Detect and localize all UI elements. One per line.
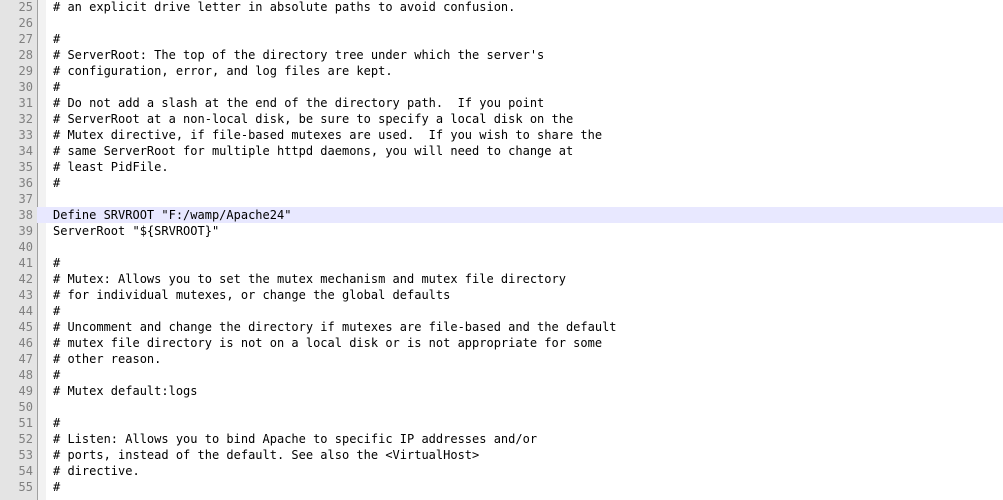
current-line[interactable]: 38 Define SRVROOT "F:/wamp/Apache24": [0, 207, 1003, 223]
line-number: 44: [18, 304, 33, 318]
line-text[interactable]: Define SRVROOT "F:/wamp/Apache24": [53, 207, 291, 223]
code-line[interactable]: 49 # Mutex default:logs: [0, 383, 1003, 399]
code-line[interactable]: 41 #: [0, 255, 1003, 271]
line-text[interactable]: # same ServerRoot for multiple httpd dae…: [53, 143, 573, 159]
line-number: 29: [18, 64, 33, 78]
line-number: 47: [18, 352, 33, 366]
code-line[interactable]: 43 # for individual mutexes, or change th…: [0, 287, 1003, 303]
code-line[interactable]: 34 # same ServerRoot for multiple httpd d…: [0, 143, 1003, 159]
code-line[interactable]: 51 #: [0, 415, 1003, 431]
line-text[interactable]: # Mutex: Allows you to set the mutex mec…: [53, 271, 566, 287]
line-text[interactable]: #: [53, 479, 60, 495]
line-number: 45: [18, 320, 33, 334]
code-line[interactable]: 39 ServerRoot "${SRVROOT}": [0, 223, 1003, 239]
code-line[interactable]: 53 # ports, instead of the default. See a…: [0, 447, 1003, 463]
line-number: 25: [18, 0, 33, 14]
code-line[interactable]: 48 #: [0, 367, 1003, 383]
line-number: 52: [18, 432, 33, 446]
line-text[interactable]: # directive.: [53, 463, 140, 479]
code-line[interactable]: 25 # an explicit drive letter in absolute…: [0, 0, 1003, 15]
line-number: 33: [18, 128, 33, 142]
code-line[interactable]: 31 # Do not add a slash at the end of the…: [0, 95, 1003, 111]
line-text[interactable]: # ServerRoot: The top of the directory t…: [53, 47, 544, 63]
line-number: 34: [18, 144, 33, 158]
line-number: 30: [18, 80, 33, 94]
line-number: 54: [18, 464, 33, 478]
line-number: 28: [18, 48, 33, 62]
code-line[interactable]: 45 # Uncomment and change the directory i…: [0, 319, 1003, 335]
text-editor[interactable]: 25 # an explicit drive letter in absolute…: [0, 0, 1003, 500]
line-text[interactable]: # for individual mutexes, or change the …: [53, 287, 450, 303]
code-lines[interactable]: 25 # an explicit drive letter in absolute…: [0, 0, 1003, 495]
code-line[interactable]: 46 # mutex file directory is not on a loc…: [0, 335, 1003, 351]
code-line[interactable]: 27 #: [0, 31, 1003, 47]
code-line[interactable]: 28 # ServerRoot: The top of the directory…: [0, 47, 1003, 63]
line-number: 40: [18, 240, 33, 254]
code-line[interactable]: 50: [0, 399, 1003, 415]
line-text[interactable]: #: [53, 303, 60, 319]
line-number: 55: [18, 480, 33, 494]
line-text[interactable]: # ports, instead of the default. See als…: [53, 447, 479, 463]
line-number: 35: [18, 160, 33, 174]
code-line[interactable]: 32 # ServerRoot at a non-local disk, be s…: [0, 111, 1003, 127]
line-number: 32: [18, 112, 33, 126]
line-number: 46: [18, 336, 33, 350]
line-text[interactable]: ServerRoot "${SRVROOT}": [53, 223, 219, 239]
line-text[interactable]: #: [53, 415, 60, 431]
code-line[interactable]: 33 # Mutex directive, if file-based mutex…: [0, 127, 1003, 143]
line-text[interactable]: # mutex file directory is not on a local…: [53, 335, 602, 351]
line-text[interactable]: # Do not add a slash at the end of the d…: [53, 95, 544, 111]
line-text[interactable]: # other reason.: [53, 351, 161, 367]
line-text[interactable]: # least PidFile.: [53, 159, 169, 175]
code-line[interactable]: 36 #: [0, 175, 1003, 191]
line-number: 31: [18, 96, 33, 110]
line-text[interactable]: #: [53, 367, 60, 383]
line-number: 39: [18, 224, 33, 238]
line-text[interactable]: # ServerRoot at a non-local disk, be sur…: [53, 111, 573, 127]
line-text[interactable]: # Mutex directive, if file-based mutexes…: [53, 127, 602, 143]
line-text[interactable]: #: [53, 175, 60, 191]
line-number: 48: [18, 368, 33, 382]
code-line[interactable]: 40: [0, 239, 1003, 255]
line-text[interactable]: # an explicit drive letter in absolute p…: [53, 0, 515, 15]
code-line[interactable]: 55 #: [0, 479, 1003, 495]
code-line[interactable]: 29 # configuration, error, and log files …: [0, 63, 1003, 79]
code-line[interactable]: 42 # Mutex: Allows you to set the mutex m…: [0, 271, 1003, 287]
line-text[interactable]: #: [53, 31, 60, 47]
code-line[interactable]: 26: [0, 15, 1003, 31]
line-text[interactable]: # Listen: Allows you to bind Apache to s…: [53, 431, 537, 447]
code-line[interactable]: 52 # Listen: Allows you to bind Apache to…: [0, 431, 1003, 447]
line-text[interactable]: # Mutex default:logs: [53, 383, 198, 399]
line-number: 42: [18, 272, 33, 286]
line-text[interactable]: #: [53, 79, 60, 95]
code-line[interactable]: 30 #: [0, 79, 1003, 95]
line-number: 36: [18, 176, 33, 190]
line-number: 38: [0, 207, 37, 223]
code-line[interactable]: 54 # directive.: [0, 463, 1003, 479]
line-number: 27: [18, 32, 33, 46]
code-line[interactable]: 44 #: [0, 303, 1003, 319]
line-text[interactable]: #: [53, 255, 60, 271]
line-number: 43: [18, 288, 33, 302]
line-number: 37: [18, 192, 33, 206]
line-text[interactable]: # configuration, error, and log files ar…: [53, 63, 393, 79]
code-line[interactable]: 35 # least PidFile.: [0, 159, 1003, 175]
line-number: 51: [18, 416, 33, 430]
code-line[interactable]: 47 # other reason.: [0, 351, 1003, 367]
code-line[interactable]: 37: [0, 191, 1003, 207]
line-number: 26: [18, 16, 33, 30]
line-text[interactable]: # Uncomment and change the directory if …: [53, 319, 617, 335]
line-number: 53: [18, 448, 33, 462]
line-number: 41: [18, 256, 33, 270]
line-number: 50: [18, 400, 33, 414]
line-number: 49: [18, 384, 33, 398]
